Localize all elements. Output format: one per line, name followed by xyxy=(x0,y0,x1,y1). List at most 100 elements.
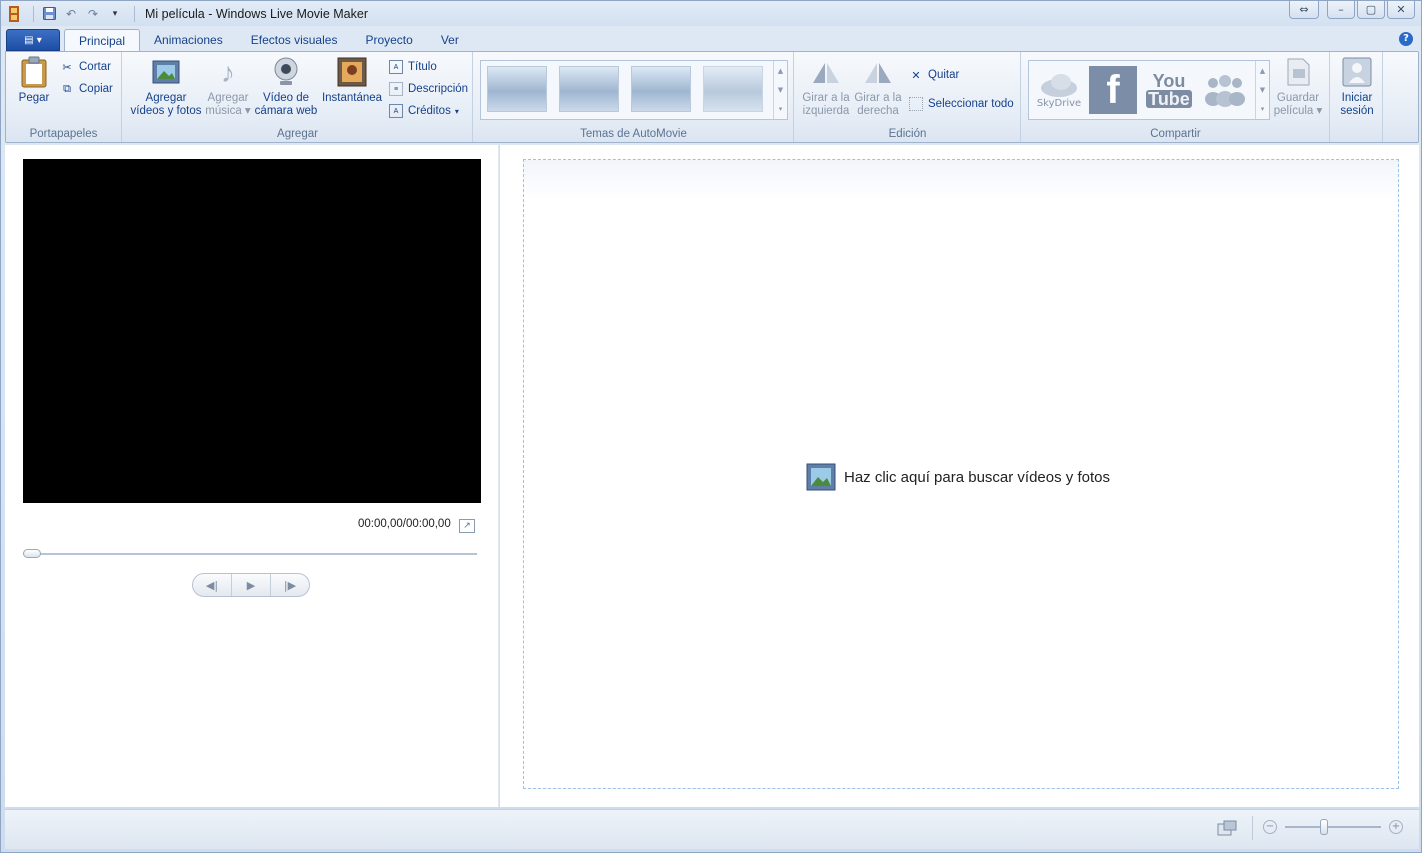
remove-button[interactable]: ✕ Quitar xyxy=(909,66,959,84)
gallery-expand-icon[interactable]: ▾ xyxy=(779,105,783,113)
caption-button[interactable]: ≡ Descripción xyxy=(389,80,468,98)
add-music-button[interactable]: ♪ Agregar música ▾ xyxy=(205,56,251,118)
ribbon-tab-row: ▤ ▾ Principal Animaciones Efectos visual… xyxy=(1,27,1421,52)
music-note-icon: ♪ xyxy=(221,56,235,88)
sign-in-label-2: sesión xyxy=(1340,105,1374,117)
scroll-down-icon[interactable]: ▼ xyxy=(1260,86,1265,94)
playback-controls: ◀| ▶ |▶ xyxy=(192,573,310,597)
cloud-icon xyxy=(1041,73,1077,97)
play-icon: ▶ xyxy=(246,578,256,592)
webcam-label-1: Vídeo de xyxy=(262,92,310,104)
qat-separator xyxy=(134,5,135,22)
copy-label: Copiar xyxy=(79,83,113,95)
rotate-left-button[interactable]: Girar a la izquierda xyxy=(801,56,851,118)
add-music-label-2: música xyxy=(205,105,242,117)
add-media-icon xyxy=(806,463,836,491)
webcam-video-button[interactable]: Vídeo de cámara web xyxy=(253,56,319,118)
webcam-icon xyxy=(270,56,302,88)
customize-qat-chevron-icon[interactable]: ▾ xyxy=(106,5,124,23)
share-gallery-scroll[interactable]: ▲ ▼ ▾ xyxy=(1255,61,1269,119)
rotate-right-button[interactable]: Girar a la derecha xyxy=(853,56,903,118)
credits-button[interactable]: A Créditos ▾ xyxy=(389,102,459,120)
zoom-slider[interactable] xyxy=(1285,819,1381,835)
add-media-icon xyxy=(150,56,182,88)
group-agregar: Agregar vídeos y fotos ♪ Agregar música … xyxy=(123,52,473,142)
group-signin: Iniciar sesión xyxy=(1331,52,1383,142)
chevron-down-icon: ▾ xyxy=(454,106,459,116)
scroll-down-icon[interactable]: ▼ xyxy=(778,86,783,94)
thumbnail-size-icon[interactable] xyxy=(1217,820,1237,836)
zoom-control: − + xyxy=(1263,819,1403,835)
theme-thumbnail[interactable] xyxy=(631,66,691,112)
seek-bar[interactable] xyxy=(23,553,477,555)
ribbon-minimize-button[interactable]: ⇔ xyxy=(1289,1,1319,19)
status-bar: − + xyxy=(5,809,1419,849)
previous-frame-icon: ◀| xyxy=(205,578,219,592)
copy-icon: ⧉ xyxy=(63,82,71,95)
rotate-right-icon xyxy=(862,56,894,88)
save-icon[interactable] xyxy=(40,5,58,23)
theme-thumbnail[interactable] xyxy=(487,66,547,112)
storyboard[interactable]: Haz clic aquí para buscar vídeos y fotos xyxy=(523,159,1399,789)
seek-thumb[interactable] xyxy=(23,549,41,558)
skydrive-button[interactable]: SkyDrive xyxy=(1035,66,1083,114)
sign-in-button[interactable]: Iniciar sesión xyxy=(1335,56,1379,118)
tab-proyecto[interactable]: Proyecto xyxy=(351,29,426,52)
gallery-expand-icon[interactable]: ▾ xyxy=(1261,105,1265,113)
snapshot-icon xyxy=(336,56,368,88)
copy-button[interactable]: ⧉ Copiar xyxy=(60,80,113,98)
theme-thumbnail[interactable] xyxy=(703,66,763,112)
zoom-in-icon[interactable]: + xyxy=(1389,820,1403,834)
group-share-icon[interactable] xyxy=(1201,66,1249,114)
video-preview[interactable] xyxy=(23,159,481,503)
user-icon xyxy=(1341,56,1373,88)
zoom-out-icon[interactable]: − xyxy=(1263,820,1277,834)
select-all-icon xyxy=(909,97,923,111)
scroll-up-icon[interactable]: ▲ xyxy=(1260,67,1265,75)
storyboard-hint[interactable]: Haz clic aquí para buscar vídeos y fotos xyxy=(806,462,1110,492)
status-separator xyxy=(1252,816,1253,840)
scissors-icon: ✂ xyxy=(62,61,72,74)
previous-frame-button[interactable]: ◀| xyxy=(193,574,232,596)
help-icon[interactable]: ? xyxy=(1399,32,1413,46)
redo-icon[interactable]: ↷ xyxy=(84,5,102,23)
scroll-up-icon[interactable]: ▲ xyxy=(778,67,783,75)
quick-access-toolbar: ↶ ↷ ▾ xyxy=(1,1,141,26)
youtube-button[interactable]: You Tube xyxy=(1145,66,1193,114)
cut-button[interactable]: ✂ Cortar xyxy=(60,58,111,76)
theme-thumbnail[interactable] xyxy=(559,66,619,112)
close-button[interactable]: ✕ xyxy=(1387,1,1415,19)
zoom-slider-thumb[interactable] xyxy=(1320,819,1329,835)
snapshot-button[interactable]: Instantánea xyxy=(319,56,385,105)
credits-icon: A xyxy=(389,104,403,118)
next-frame-button[interactable]: |▶ xyxy=(271,574,309,596)
minimize-button[interactable]: – xyxy=(1327,1,1355,19)
tab-efectos-visuales[interactable]: Efectos visuales xyxy=(237,29,352,52)
rotate-left-label-1: Girar a la xyxy=(802,92,850,104)
title-bar: ↶ ↷ ▾ Mi película - Windows Live Movie M… xyxy=(1,1,1421,26)
group-label-edicion: Edición xyxy=(888,128,927,140)
undo-icon[interactable]: ↶ xyxy=(62,5,80,23)
add-music-label-1: Agregar xyxy=(207,92,249,104)
maximize-button[interactable]: ▢ xyxy=(1357,1,1385,19)
facebook-icon[interactable]: f xyxy=(1089,66,1137,114)
tab-animaciones[interactable]: Animaciones xyxy=(140,29,237,52)
add-videos-photos-button[interactable]: Agregar vídeos y fotos xyxy=(127,56,205,118)
automovie-theme-gallery: ▲ ▼ ▾ xyxy=(480,60,788,120)
clipboard-icon xyxy=(18,56,50,88)
film-app-icon[interactable] xyxy=(5,5,23,23)
group-label-portapapeles: Portapapeles xyxy=(29,128,98,140)
group-label-compartir: Compartir xyxy=(1150,128,1201,140)
tab-ver[interactable]: Ver xyxy=(427,29,473,52)
pane-splitter[interactable] xyxy=(498,145,500,807)
select-all-button[interactable]: Seleccionar todo xyxy=(909,95,1014,113)
window-title: Mi película - Windows Live Movie Maker xyxy=(145,6,368,21)
paste-button[interactable]: Pegar xyxy=(14,56,54,105)
save-movie-button[interactable]: Guardar película ▾ xyxy=(1272,56,1324,118)
play-button[interactable]: ▶ xyxy=(232,574,271,596)
app-menu-button[interactable]: ▤ ▾ xyxy=(6,29,60,51)
fullscreen-preview-icon[interactable]: ↗ xyxy=(459,519,475,533)
gallery-scroll[interactable]: ▲ ▼ ▾ xyxy=(773,61,787,119)
title-button[interactable]: A Título xyxy=(389,58,437,76)
tab-principal[interactable]: Principal xyxy=(64,29,141,52)
